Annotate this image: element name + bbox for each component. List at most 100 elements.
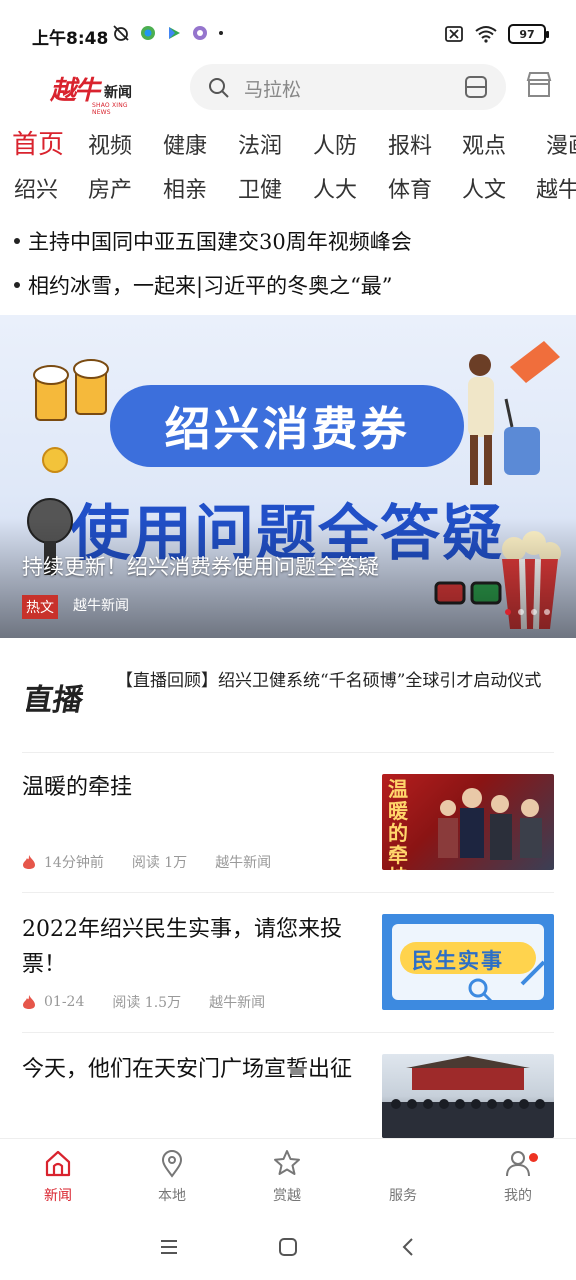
- tab-civil-defense[interactable]: 人防: [313, 128, 357, 160]
- news-time: 14分钟前: [44, 855, 104, 871]
- banner-source: 越牛新闻: [73, 598, 129, 614]
- live-replay-item[interactable]: 直播 【直播回顾】绍兴卫健系统“千名硕博”全球引才启动仪式: [0, 648, 576, 748]
- bottom-navigation: 新闻 本地 赏越 服务 我的: [0, 1138, 576, 1218]
- tab-tip-off[interactable]: 报料: [388, 128, 432, 160]
- coin-icon: [42, 447, 68, 473]
- search-input[interactable]: 马拉松: [190, 64, 506, 110]
- play-store-icon: [169, 27, 180, 39]
- thumbnail-graphic: [382, 1056, 554, 1138]
- news-meta: 14分钟前 阅读 1万 越牛新闻: [22, 852, 271, 872]
- app-header: 越牛 新闻 SHAO XING NEWS 马拉松: [0, 62, 576, 116]
- news-reads: 阅读 1.5万: [112, 995, 182, 1011]
- channel-tabs-secondary: 绍兴 房产 相亲 卫健 人大 体育 人文 越牛: [0, 168, 576, 208]
- headline-text: 相约冰雪，一起来|习近平的冬奥之“最”: [28, 274, 393, 298]
- tab-video[interactable]: 视频: [88, 128, 132, 160]
- search-placeholder: 马拉松: [244, 79, 302, 101]
- news-thumbnail: [382, 1054, 554, 1138]
- headline-text: 主持中国同中亚五国建交30周年视频峰会: [28, 230, 412, 254]
- nav-label: 新闻: [44, 1188, 72, 1204]
- tab-dating[interactable]: 相亲: [163, 172, 207, 204]
- nav-services[interactable]: 服务: [363, 1147, 443, 1205]
- tab-yueniu[interactable]: 越牛: [536, 172, 576, 204]
- tab-humanities[interactable]: 人文: [462, 172, 506, 204]
- headline-item[interactable]: 相约冰雪，一起来|习近平的冬奥之“最”: [14, 270, 393, 300]
- banner-caption: 持续更新！绍兴消费券使用问题全答疑: [22, 555, 379, 579]
- nav-explore[interactable]: 赏越: [247, 1147, 327, 1205]
- system-navigation-bar: [0, 1218, 576, 1280]
- nav-label: 我的: [504, 1188, 532, 1204]
- tab-sports[interactable]: 体育: [388, 172, 432, 204]
- nav-label: 赏越: [273, 1188, 301, 1204]
- nav-label: 服务: [389, 1188, 417, 1204]
- scan-icon[interactable]: [464, 76, 488, 98]
- nav-label: 本地: [158, 1188, 186, 1204]
- hot-tag-badge: 热文: [22, 595, 58, 619]
- store-icon[interactable]: [524, 70, 554, 100]
- menu-icon[interactable]: [158, 1236, 180, 1258]
- news-title: 今天，他们在天安门广场宣誓出征: [22, 1057, 353, 1082]
- news-list-item[interactable]: 温暖的牵挂 14分钟前 阅读 1万 越牛新闻 温暖的牵挂: [0, 752, 576, 892]
- tab-home[interactable]: 首页: [12, 124, 64, 161]
- news-list-item[interactable]: 今天，他们在天安门广场宣誓出征: [0, 1032, 576, 1138]
- ticket-illustration: [510, 341, 560, 383]
- tab-comics[interactable]: 漫画: [546, 128, 576, 160]
- nav-news[interactable]: 新闻: [18, 1147, 98, 1205]
- nav-local[interactable]: 本地: [132, 1147, 212, 1205]
- tab-shaoxing[interactable]: 绍兴: [14, 172, 58, 204]
- news-title: 温暖的牵挂: [22, 775, 133, 800]
- status-notification-icons: [112, 24, 224, 42]
- sim-off-icon: [445, 26, 463, 42]
- search-icon: [209, 78, 229, 98]
- news-thumbnail: 民生实事: [382, 914, 554, 1010]
- live-replay-title: 【直播回顾】绍兴卫健系统“千名硕博”全球引才启动仪式: [116, 671, 542, 691]
- carousel-dot: [544, 609, 550, 615]
- svg-text:直播: 直播: [26, 683, 87, 718]
- news-time: 01-24: [44, 994, 85, 1010]
- news-meta: 01-24 阅读 1.5万 越牛新闻: [22, 992, 265, 1012]
- thumbnail-text: 民生实事: [412, 949, 504, 973]
- status-system-icons: 97: [444, 24, 549, 44]
- tab-npc[interactable]: 人大: [313, 172, 357, 204]
- carousel-dot: [518, 609, 524, 615]
- beer-mugs-illustration: [33, 359, 109, 421]
- banner-pill-text: 绍兴消费券: [164, 402, 410, 456]
- bullet-dot: [14, 237, 20, 244]
- star-icon: [274, 1150, 300, 1175]
- logo-english: SHAO XING NEWS: [92, 102, 128, 116]
- home-button-icon[interactable]: [277, 1236, 299, 1258]
- more-dot-icon: [219, 31, 223, 35]
- thumbnail-text: 温暖的牵挂: [388, 777, 408, 870]
- headline-item[interactable]: 主持中国同中亚五国建交30周年视频峰会: [14, 226, 412, 256]
- battery-indicator: 97: [508, 24, 549, 44]
- fire-icon: [23, 855, 35, 869]
- home-icon: [45, 1150, 71, 1177]
- back-icon[interactable]: [398, 1236, 420, 1258]
- tab-real-estate[interactable]: 房产: [88, 172, 132, 204]
- tab-opinion[interactable]: 观点: [462, 128, 506, 160]
- carousel-dot-active: [505, 609, 511, 615]
- tab-law[interactable]: 法润: [238, 128, 282, 160]
- person-icon: [506, 1151, 530, 1177]
- status-bar: 上午8:48 97: [0, 0, 576, 64]
- carousel-indicator: [505, 609, 550, 615]
- tab-health-commission[interactable]: 卫健: [238, 172, 282, 204]
- news-title: 2022年绍兴民生实事，请您来投票！: [22, 917, 342, 977]
- wifi-icon: [475, 26, 497, 43]
- grid-icon: [388, 1147, 418, 1179]
- fire-icon: [23, 995, 35, 1009]
- news-source: 越牛新闻: [215, 855, 272, 871]
- tab-health[interactable]: 健康: [163, 128, 207, 160]
- app-notification-icon: [141, 26, 155, 40]
- news-list-item[interactable]: 2022年绍兴民生实事，请您来投票！ 01-24 阅读 1.5万 越牛新闻 民生…: [0, 892, 576, 1032]
- notification-dot: [529, 1153, 538, 1162]
- alarm-off-icon: [113, 25, 129, 41]
- live-broadcast-icon: 直播: [26, 683, 87, 718]
- news-reads: 阅读 1万: [131, 855, 188, 871]
- app-badge-icon: [193, 26, 207, 40]
- app-logo[interactable]: 越牛 新闻 SHAO XING NEWS: [46, 70, 142, 116]
- channel-tabs-primary: 首页 视频 健康 法润 人防 报料 观点 漫画: [0, 122, 576, 162]
- nav-profile[interactable]: 我的: [478, 1147, 558, 1205]
- carousel-dot: [531, 609, 537, 615]
- logo-text: 新闻: [104, 85, 132, 101]
- hero-banner[interactable]: 绍兴消费券 使用问题全答疑 持续更新！绍兴消费券使用问题全答疑 热文 越牛新闻: [0, 315, 576, 638]
